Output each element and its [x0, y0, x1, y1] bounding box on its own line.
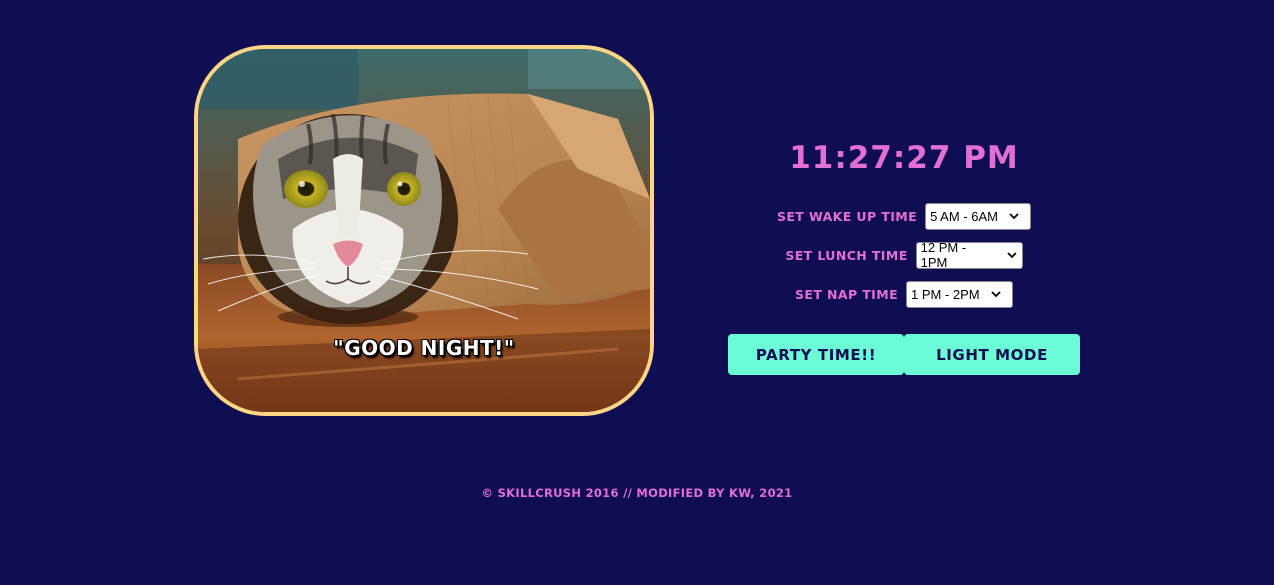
wake-up-select[interactable]: 5 AM - 6AM — [925, 202, 1032, 230]
cat-image: "GOOD NIGHT!" — [194, 45, 654, 416]
nap-label: SET NAP TIME — [794, 286, 899, 302]
chevron-down-icon — [991, 291, 1001, 298]
wake-up-setting: SET WAKE UP TIME 5 AM - 6AM — [728, 202, 1080, 230]
nap-value: 1 PM - 2PM — [911, 286, 980, 302]
lunch-value: 12 PM - 1PM — [920, 240, 967, 270]
wake-up-label: SET WAKE UP TIME — [776, 208, 918, 224]
action-buttons: PARTY TIME!! LIGHT MODE — [728, 334, 1080, 375]
party-time-button[interactable]: PARTY TIME!! — [728, 334, 904, 375]
light-mode-button[interactable]: LIGHT MODE — [904, 334, 1080, 375]
chevron-down-icon — [1009, 213, 1019, 220]
chevron-down-icon — [1007, 252, 1017, 259]
footer-credit: © SKILLCRUSH 2016 // MODIFIED BY KW, 202… — [481, 486, 793, 500]
image-caption: "GOOD NIGHT!" — [333, 336, 515, 360]
page: "GOOD NIGHT!" 11:27:27 PM SET WAKE UP TI… — [0, 0, 1274, 585]
lunch-label: SET LUNCH TIME — [785, 247, 908, 263]
clock-display: 11:27:27 PM — [789, 140, 1019, 176]
lunch-setting: SET LUNCH TIME 12 PM - 1PM — [728, 240, 1080, 270]
nap-setting: SET NAP TIME 1 PM - 2PM — [728, 280, 1080, 308]
nap-select[interactable]: 1 PM - 2PM — [906, 280, 1014, 308]
lunch-select[interactable]: 12 PM - 1PM — [915, 240, 1023, 270]
wake-up-value: 5 AM - 6AM — [930, 208, 998, 224]
